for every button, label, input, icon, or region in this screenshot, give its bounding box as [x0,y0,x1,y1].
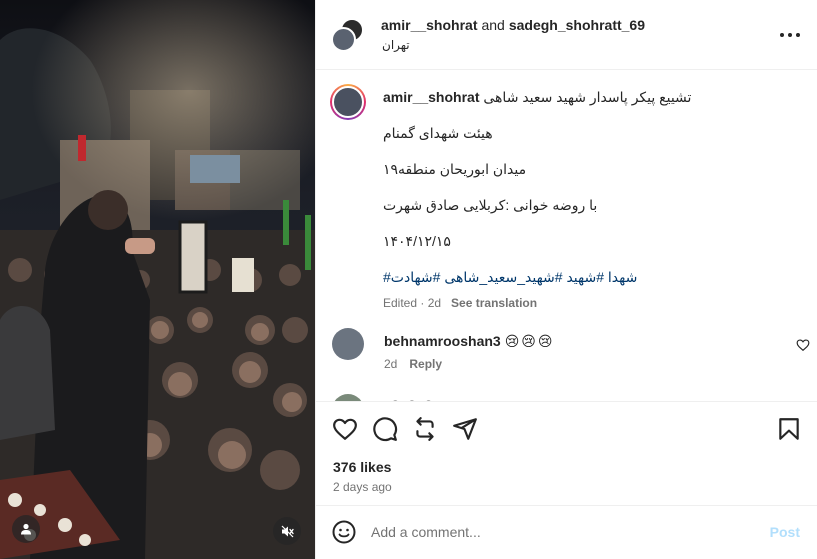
avatar [331,27,356,52]
reply-button[interactable]: Reply [409,357,442,371]
post-video[interactable] [0,0,315,559]
dot [780,33,784,37]
caption-avatar[interactable] [330,84,366,120]
more-options-button[interactable] [780,25,800,45]
caption-line: هیئت شهدای گمنام [383,125,493,141]
comment-text: 😢😢😢 [504,333,555,349]
mute-icon [281,525,294,537]
caption-username[interactable]: amir__shohrat [383,89,479,105]
share-icon [453,418,477,440]
bookmark-icon [779,418,799,440]
comment-text-row: behnamrooshan3 😢😢😢 [384,333,555,350]
caption-line: ۱۴۰۴/۱۲/۱۵ [383,233,451,249]
see-translation-button[interactable]: See translation [451,296,537,310]
avatar [332,86,364,118]
hashtags[interactable]: #شهدا #شهید #شهید_سعید_شاهی #شهادت [383,268,783,286]
heart-icon[interactable] [796,338,810,352]
avatar[interactable] [332,394,364,401]
and-text: and [481,17,505,33]
user-tags-button[interactable] [12,515,40,543]
save-button[interactable] [776,416,802,442]
mute-button[interactable] [273,517,301,545]
post-dialog: amir__shohrat and sadegh_shohratt_69 تهران… [0,0,817,559]
dot [796,33,800,37]
comment-icon [373,417,398,442]
like-button[interactable] [332,416,358,442]
collab-usernames: amir__shohrat and sadegh_shohratt_69 [381,17,645,33]
caption-meta: Edited · 2d See translation [383,294,783,312]
likes-count[interactable]: 376 likes [333,459,391,475]
repost-icon [416,417,434,441]
post-details-panel: amir__shohrat and sadegh_shohratt_69 تهران… [315,0,817,559]
comment-username[interactable]: behnamrooshan3 [384,333,501,349]
edited-time: Edited · 2d [383,296,442,310]
caption-line: با روضه خوانی :کربلایی صادق شهرت [383,197,598,213]
add-comment-bar: Post [316,505,817,559]
post-comment-button[interactable]: Post [770,524,800,540]
dot [788,33,792,37]
comment-button[interactable] [372,416,398,442]
comment-input[interactable] [371,521,751,543]
post-header: amir__shohrat and sadegh_shohratt_69 تهران [316,0,817,70]
comments-section[interactable]: amir__shohrat تشییع پیکر پاسدار شهید سعی… [316,71,817,401]
location-link[interactable]: تهران [382,38,410,52]
action-icons [332,416,478,442]
caption-body: amir__shohrat تشییع پیکر پاسدار شهید سعی… [383,88,783,312]
share-button[interactable] [452,416,478,442]
heart-icon [333,418,357,440]
post-actions: 376 likes 2 days ago [316,401,817,513]
repost-button[interactable] [412,416,438,442]
caption-line: میدان ابوریحان منطقه۱۹ [383,161,527,177]
username-link[interactable]: sadegh_shohratt_69 [509,17,645,33]
post-time[interactable]: 2 days ago [333,480,392,494]
emoji-icon[interactable] [332,520,356,544]
caption-line: تشییع پیکر پاسدار شهید سعید شاهی [483,89,692,105]
avatar[interactable] [332,328,364,360]
username-link[interactable]: amir__shohrat [381,17,477,33]
collab-avatars[interactable] [331,18,365,52]
comment-meta: 2d Reply [384,357,442,371]
comment-age: 2d [384,357,398,371]
user-tag-icon [21,523,31,535]
video-frame [0,0,315,559]
